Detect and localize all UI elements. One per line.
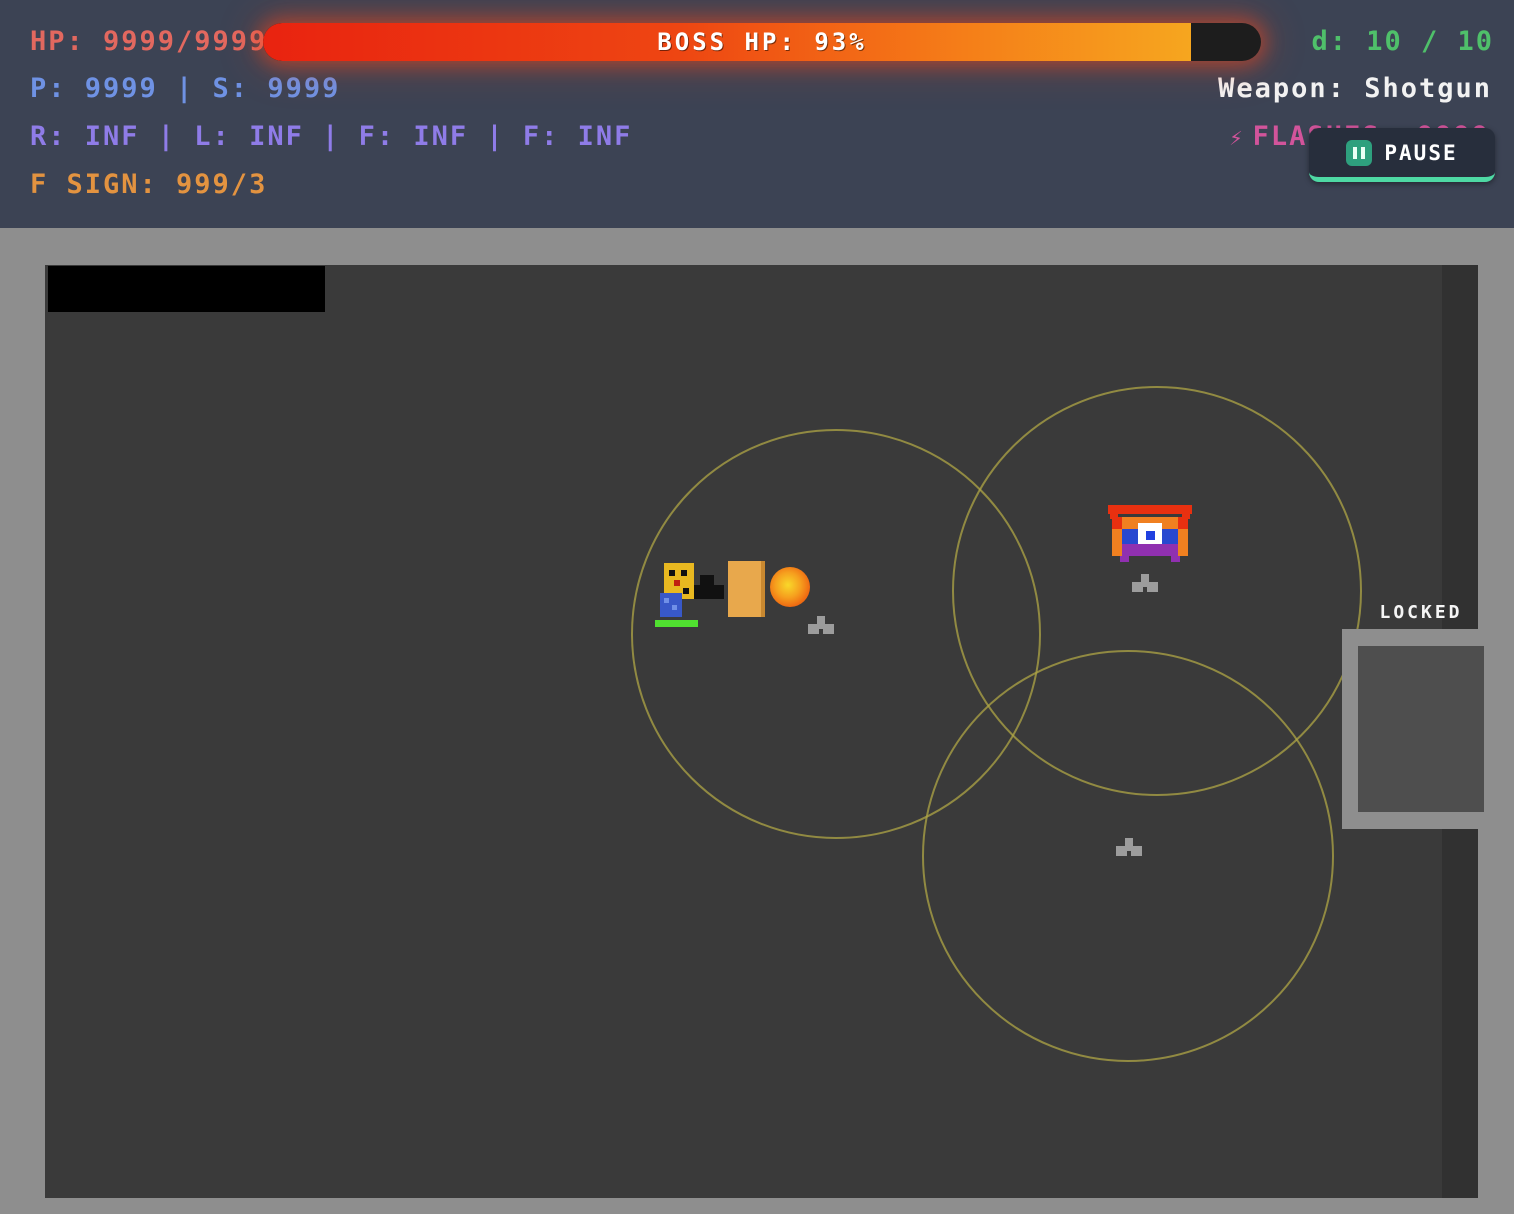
pause-icon bbox=[1346, 139, 1373, 166]
fsign-text: F SIGN: 999/3 bbox=[30, 169, 268, 200]
turret-icon bbox=[1116, 838, 1142, 856]
pause-button-label: PAUSE bbox=[1384, 140, 1458, 165]
top-left-black-box bbox=[48, 266, 325, 312]
player-shield-icon bbox=[728, 561, 765, 617]
locked-slot-panel bbox=[1342, 629, 1500, 829]
player-gun-top-icon bbox=[700, 575, 714, 587]
turret-icon bbox=[1132, 574, 1158, 592]
player-gun-icon bbox=[694, 585, 724, 599]
pause-button[interactable]: PAUSE bbox=[1309, 128, 1495, 182]
projectile-orb-icon bbox=[770, 567, 810, 607]
weapon-text: Weapon: Shotgun bbox=[1218, 73, 1492, 104]
lightning-icon: ⚡ bbox=[1229, 126, 1245, 151]
locked-label: LOCKED bbox=[1379, 602, 1463, 623]
boss-sprite bbox=[1108, 505, 1192, 571]
locked-slot-inner bbox=[1358, 646, 1484, 812]
boss-hp-bar: BOSS HP: 93% bbox=[263, 23, 1261, 61]
player-hp-text: HP: 9999/9999 bbox=[30, 26, 268, 57]
boss-pixel-art-icon bbox=[1108, 505, 1192, 562]
turret-icon bbox=[808, 616, 834, 634]
speed-text: d: 10 / 10 bbox=[1311, 26, 1494, 57]
boss-hp-label: BOSS HP: 93% bbox=[657, 28, 867, 56]
player-sprite bbox=[655, 558, 815, 633]
power-shield-text: P: 9999 | S: 9999 bbox=[30, 73, 341, 104]
game-screen: HP: 9999/9999 d: 10 / 10 P: 9999 | S: 99… bbox=[0, 0, 1514, 1214]
player-legs-icon bbox=[660, 593, 682, 617]
hud-bar: HP: 9999/9999 d: 10 / 10 P: 9999 | S: 99… bbox=[0, 0, 1514, 228]
player-health-bar bbox=[655, 620, 698, 627]
range-circle-lower bbox=[922, 650, 1334, 1062]
ammo-text: R: INF | L: INF | F: INF | F: INF bbox=[30, 121, 633, 152]
